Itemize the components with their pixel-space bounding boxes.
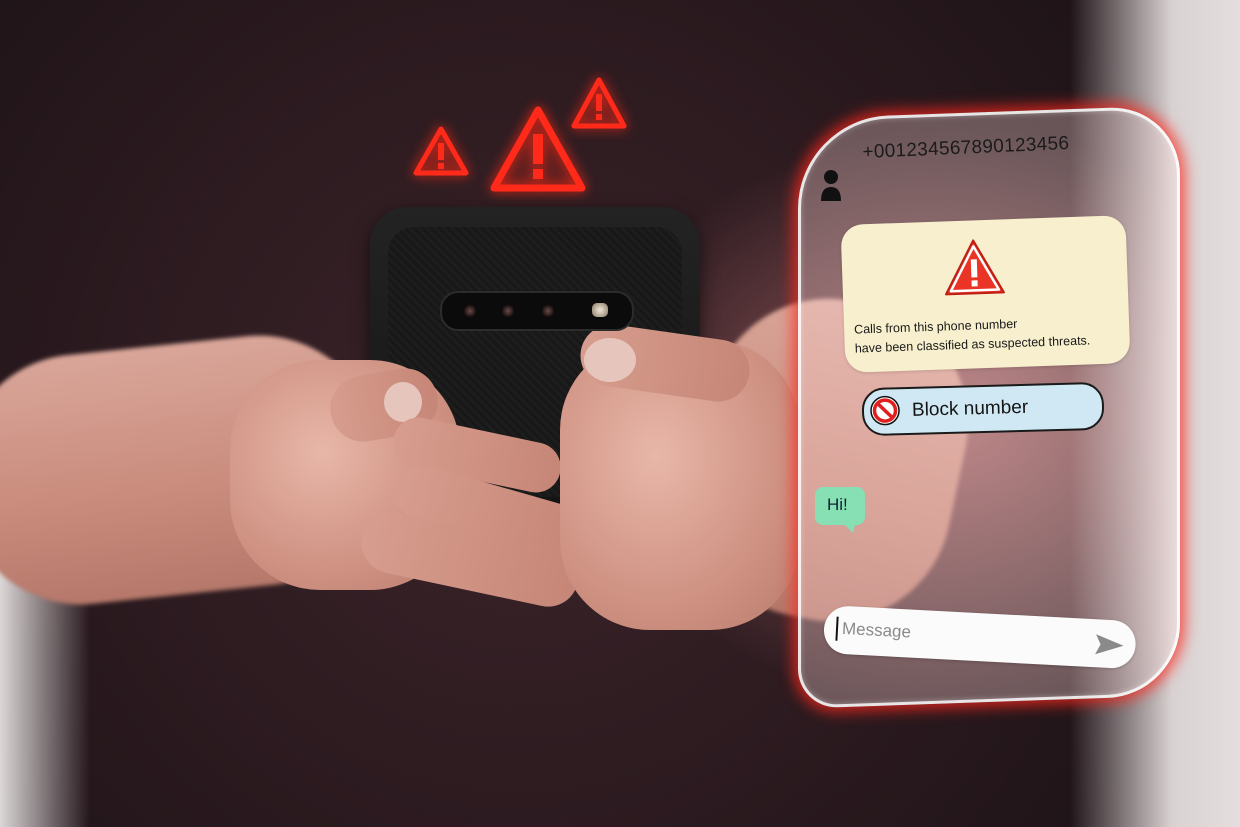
message-placeholder: Message xyxy=(841,618,912,642)
camera-module xyxy=(440,291,634,331)
camera-lens xyxy=(464,305,476,317)
right-thumbnail xyxy=(584,338,636,382)
block-number-button[interactable]: Block number xyxy=(861,381,1105,437)
incoming-message-text: Hi! xyxy=(827,495,848,514)
send-arrow-icon[interactable] xyxy=(1093,631,1126,659)
incoming-message-bubble: Hi! xyxy=(815,487,865,533)
block-circle-icon xyxy=(870,395,900,426)
left-thumbnail xyxy=(384,382,422,422)
camera-flash xyxy=(592,303,608,317)
text-caret xyxy=(835,616,839,641)
warning-triangle-icon xyxy=(571,77,627,129)
camera-lens xyxy=(502,305,514,317)
person-icon xyxy=(821,170,841,201)
block-number-label: Block number xyxy=(911,396,1029,421)
threat-alert-card: Calls from this phone number have been c… xyxy=(840,215,1131,373)
camera-lens xyxy=(542,305,554,317)
warning-triangle-icon xyxy=(413,126,469,176)
warning-triangle-icon xyxy=(944,239,1005,296)
threat-alert-text: Calls from this phone number have been c… xyxy=(854,311,1125,358)
